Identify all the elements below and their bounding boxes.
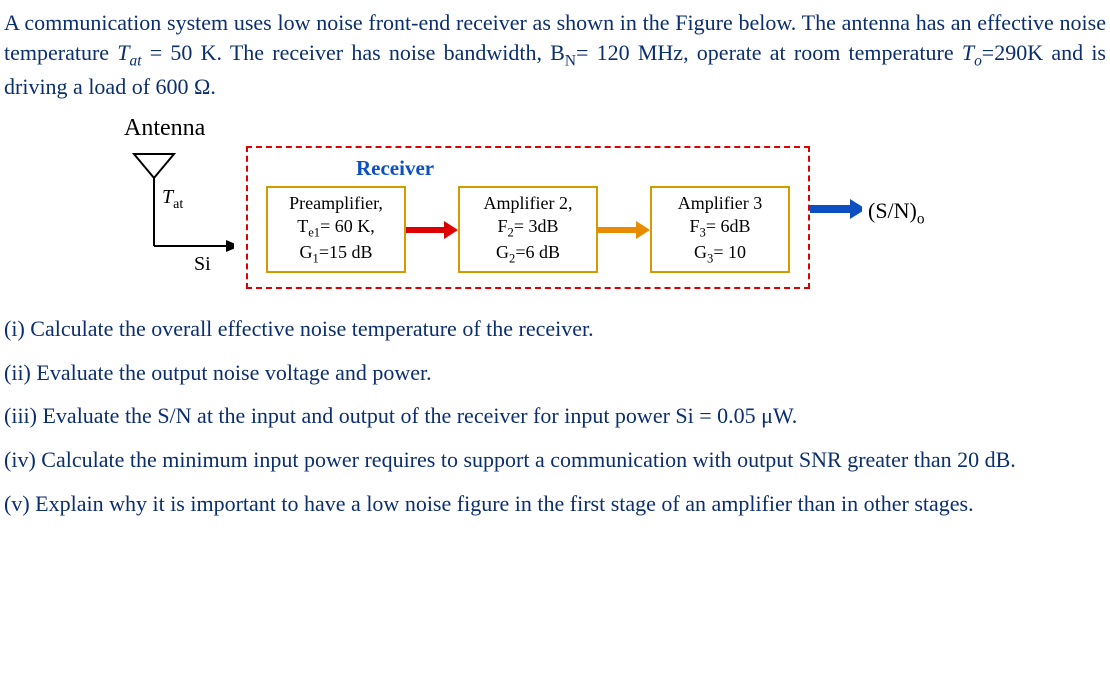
arrow-icon [810, 198, 862, 220]
question-iii: (iii) Evaluate the S/N at the input and … [4, 401, 1106, 431]
system-diagram: Antenna Tat Si Receiver Preamplifier,Te1… [114, 112, 1106, 296]
arrow-icon [406, 219, 458, 241]
antenna-icon: Tat Si [114, 146, 234, 296]
stage-preamplifier: Preamplifier,Te1= 60 K,G1=15 dB [266, 186, 406, 273]
antenna-label: Antenna [124, 112, 1106, 144]
question-i: (i) Calculate the overall effective nois… [4, 314, 1106, 344]
stage-amplifier-2: Amplifier 2,F2= 3dBG2=6 dB [458, 186, 598, 273]
problem-intro: A communication system uses low noise fr… [4, 8, 1106, 102]
question-ii: (ii) Evaluate the output noise voltage a… [4, 358, 1106, 388]
stage-amplifier-3: Amplifier 3F3= 6dBG3= 10 [650, 186, 790, 273]
arrow-icon [598, 219, 650, 241]
receiver-box: Receiver Preamplifier,Te1= 60 K,G1=15 dB… [246, 146, 810, 290]
receiver-title: Receiver [356, 154, 790, 182]
snr-output-label: (S/N)o [868, 196, 925, 230]
question-iv: (iv) Calculate the minimum input power r… [4, 445, 1106, 475]
question-v: (v) Explain why it is important to have … [4, 489, 1106, 519]
